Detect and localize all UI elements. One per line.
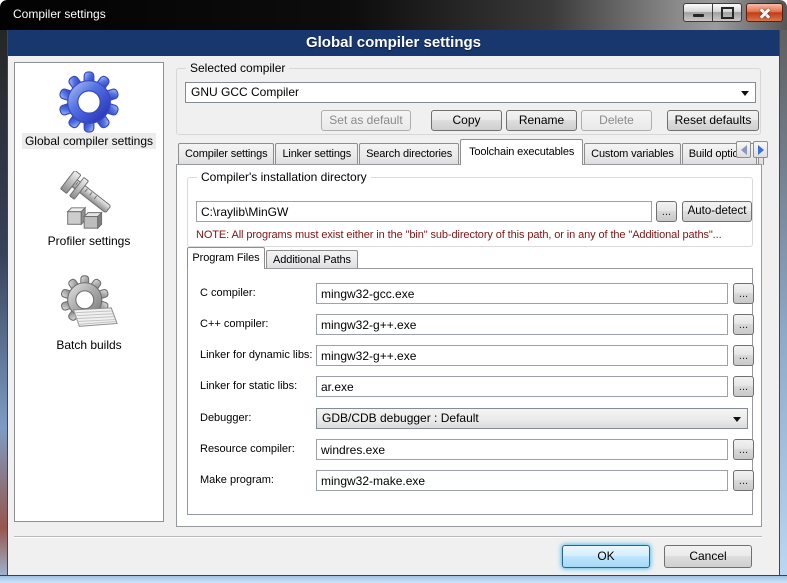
browse-cpp-compiler-button[interactable]: ... <box>733 314 754 335</box>
window-frame-bottom <box>0 575 787 583</box>
resource-compiler-input[interactable] <box>316 439 728 460</box>
field-label: Resource compiler: <box>200 443 295 455</box>
compiler-settings-dialog: Compiler settings Global compiler settin… <box>0 0 787 583</box>
arrow-left-icon <box>741 145 747 155</box>
maximize-icon <box>721 7 734 19</box>
installation-directory-group: Compiler's installation directory ... Au… <box>187 177 753 247</box>
cpp-compiler-input[interactable] <box>316 314 728 335</box>
reset-defaults-button[interactable]: Reset defaults <box>667 110 759 131</box>
field-label: Debugger: <box>200 412 251 424</box>
field-label: C compiler: <box>200 287 256 299</box>
field-row-linker-dynamic: Linker for dynamic libs: ... <box>188 345 752 366</box>
page-title: Global compiler settings <box>8 30 779 56</box>
browse-c-compiler-button[interactable]: ... <box>733 283 754 304</box>
selected-compiler-group: Selected compiler GNU GCC Compiler Set a… <box>176 68 761 135</box>
auto-detect-button[interactable]: Auto-detect <box>682 201 752 222</box>
make-program-input[interactable] <box>316 470 728 491</box>
tab-linker-settings[interactable]: Linker settings <box>275 143 358 165</box>
tab-scroll-right-button[interactable] <box>753 141 768 158</box>
field-row-linker-static: Linker for static libs: ... <box>188 376 752 397</box>
compiler-tabs: Compiler settings Linker settings Search… <box>176 139 762 165</box>
field-label: Make program: <box>200 474 274 486</box>
titlebar[interactable]: Compiler settings <box>0 0 787 30</box>
sidebar-item-profiler-settings[interactable]: Profiler settings <box>45 171 134 249</box>
debugger-select[interactable]: GDB/CDB debugger : Default <box>316 408 748 429</box>
linker-dynamic-input[interactable] <box>316 345 728 366</box>
set-as-default-button[interactable]: Set as default <box>321 110 411 131</box>
subtab-additional-paths[interactable]: Additional Paths <box>266 250 358 269</box>
browse-linker-dynamic-button[interactable]: ... <box>733 345 754 366</box>
field-row-c-compiler: C compiler: ... <box>188 283 752 304</box>
program-files-panel: C compiler: ... C++ compiler: ... Linker… <box>187 268 753 515</box>
maximize-button[interactable] <box>712 3 742 22</box>
window-frame-left <box>0 30 8 583</box>
close-icon <box>758 6 772 20</box>
minimize-icon <box>693 14 704 17</box>
caliper-icon <box>58 171 120 233</box>
field-row-make-program: Make program: ... <box>188 470 752 491</box>
installation-directory-input[interactable] <box>196 201 652 222</box>
field-row-resource-compiler: Resource compiler: ... <box>188 439 752 460</box>
tab-custom-variables[interactable]: Custom variables <box>584 143 681 165</box>
tab-compiler-settings[interactable]: Compiler settings <box>178 143 274 165</box>
sidebar-item-global-compiler-settings[interactable]: Global compiler settings <box>22 71 156 149</box>
settings-sidebar: Global compiler settings <box>14 62 164 522</box>
chevron-down-icon <box>733 417 741 422</box>
tab-toolchain-executables[interactable]: Toolchain executables <box>460 139 583 165</box>
subtab-program-files[interactable]: Program Files <box>187 247 265 269</box>
footer-divider <box>14 536 762 538</box>
window-frame-right <box>779 30 787 583</box>
compiler-select[interactable]: GNU GCC Compiler <box>185 82 756 103</box>
browse-linker-static-button[interactable]: ... <box>733 376 754 397</box>
field-label: C++ compiler: <box>200 318 268 330</box>
field-row-cpp-compiler: C++ compiler: ... <box>188 314 752 335</box>
browse-resource-compiler-button[interactable]: ... <box>733 439 754 460</box>
c-compiler-input[interactable] <box>316 283 728 304</box>
sidebar-item-label: Global compiler settings <box>22 133 156 149</box>
gray-gear-stack-icon <box>58 275 120 337</box>
sidebar-item-label: Batch builds <box>53 337 124 353</box>
delete-button[interactable]: Delete <box>581 110 652 131</box>
installation-directory-legend: Compiler's installation directory <box>197 170 371 184</box>
minimize-button[interactable] <box>683 3 713 22</box>
sidebar-item-label: Profiler settings <box>45 233 134 249</box>
blue-gear-icon <box>58 71 120 133</box>
chevron-down-icon <box>741 91 749 96</box>
linker-static-input[interactable] <box>316 376 728 397</box>
browse-make-program-button[interactable]: ... <box>733 470 754 491</box>
window-title: Compiler settings <box>13 0 106 28</box>
compiler-select-value: GNU GCC Compiler <box>191 85 299 99</box>
tab-search-directories[interactable]: Search directories <box>359 143 459 165</box>
field-label: Linker for static libs: <box>200 380 297 392</box>
field-row-debugger: Debugger: GDB/CDB debugger : Default <box>188 408 752 429</box>
copy-button[interactable]: Copy <box>431 110 502 131</box>
cancel-button[interactable]: Cancel <box>664 545 752 568</box>
field-label: Linker for dynamic libs: <box>200 349 313 361</box>
tab-scroll-left-button[interactable] <box>736 141 751 158</box>
rename-button[interactable]: Rename <box>506 110 577 131</box>
browse-directory-button[interactable]: ... <box>656 201 677 222</box>
ok-button[interactable]: OK <box>562 545 650 568</box>
close-button[interactable] <box>746 3 783 22</box>
sidebar-item-batch-builds[interactable]: Batch builds <box>53 275 124 353</box>
debugger-select-value: GDB/CDB debugger : Default <box>322 411 479 425</box>
selected-compiler-legend: Selected compiler <box>186 61 289 75</box>
toolchain-executables-page: Compiler's installation directory ... Au… <box>176 164 762 527</box>
arrow-right-icon <box>758 145 764 155</box>
installation-note: NOTE: All programs must exist either in … <box>196 229 722 241</box>
